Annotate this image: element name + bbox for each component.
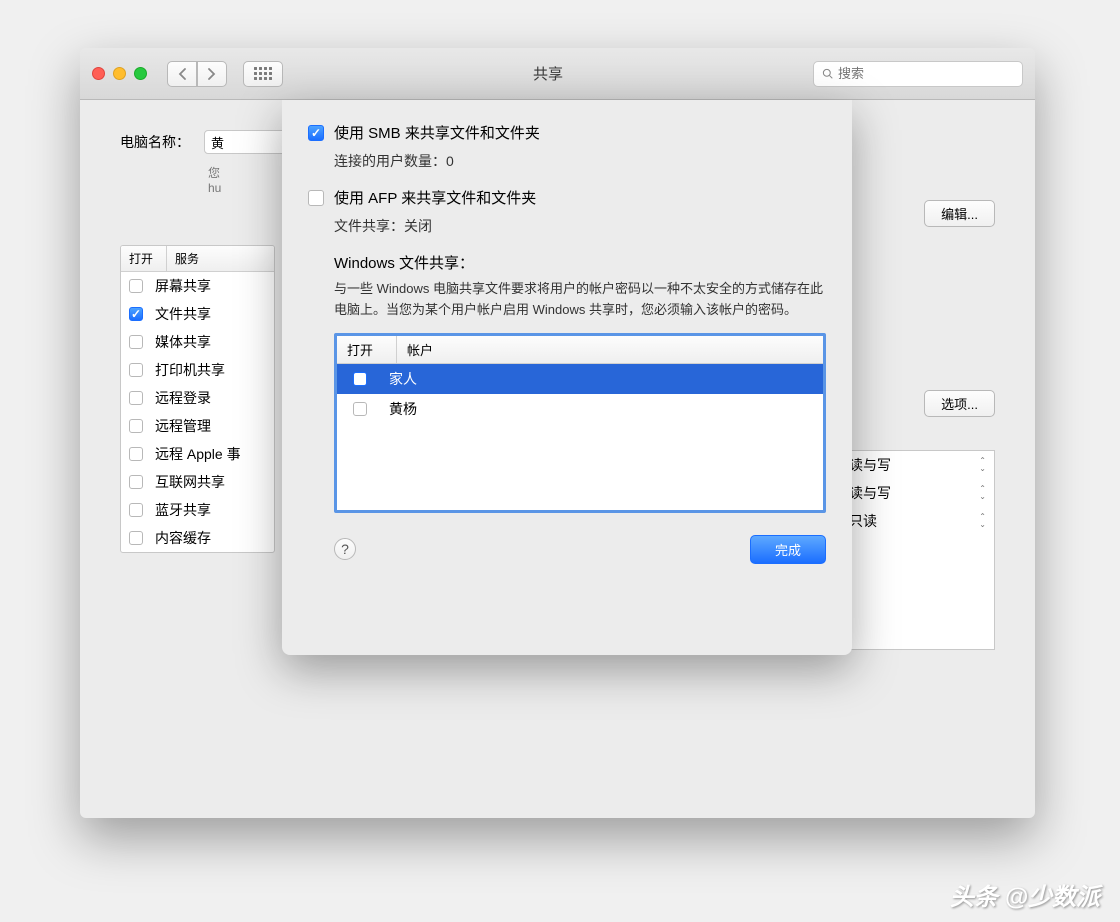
computer-name-label: 电脑名称： bbox=[120, 132, 190, 152]
service-row[interactable]: 互联网共享 bbox=[121, 468, 274, 496]
stepper-icon[interactable]: ⌃⌄ bbox=[979, 457, 986, 473]
service-row[interactable]: 文件共享 bbox=[121, 300, 274, 328]
services-header: 打开 服务 bbox=[121, 246, 274, 272]
services-list: 打开 服务 屏幕共享文件共享媒体共享打印机共享远程登录远程管理远程 Apple … bbox=[120, 245, 275, 553]
service-label: 屏幕共享 bbox=[155, 276, 211, 296]
afp-row: 使用 AFP 来共享文件和文件夹 bbox=[308, 187, 826, 208]
service-checkbox[interactable] bbox=[129, 447, 143, 461]
traffic-lights bbox=[92, 67, 147, 80]
service-label: 远程 Apple 事 bbox=[155, 444, 241, 464]
service-row[interactable]: 远程登录 bbox=[121, 384, 274, 412]
windows-sharing-title: Windows 文件共享： bbox=[334, 252, 826, 273]
account-name: 家人 bbox=[389, 369, 417, 389]
accounts-list: 打开 帐户 家人黄杨 bbox=[334, 333, 826, 513]
service-row[interactable]: 内容缓存 bbox=[121, 524, 274, 552]
edit-button[interactable]: 编辑... bbox=[924, 200, 995, 227]
permission-label: 只读 bbox=[849, 511, 877, 531]
services-header-open: 打开 bbox=[121, 246, 167, 271]
service-label: 互联网共享 bbox=[155, 472, 225, 492]
service-checkbox[interactable] bbox=[129, 335, 143, 349]
permission-label: 读与写 bbox=[849, 483, 891, 503]
service-row[interactable]: 远程 Apple 事 bbox=[121, 440, 274, 468]
accounts-header-open: 打开 bbox=[337, 336, 397, 363]
service-label: 文件共享 bbox=[155, 304, 211, 324]
service-row[interactable]: 媒体共享 bbox=[121, 328, 274, 356]
afp-label: 使用 AFP 来共享文件和文件夹 bbox=[334, 187, 536, 208]
help-button[interactable]: ? bbox=[334, 538, 356, 560]
done-button[interactable]: 完成 bbox=[750, 535, 826, 564]
forward-button[interactable] bbox=[197, 61, 227, 87]
service-label: 远程登录 bbox=[155, 388, 211, 408]
permission-row[interactable]: 读与写 ⌃⌄ bbox=[841, 451, 994, 479]
service-label: 蓝牙共享 bbox=[155, 500, 211, 520]
close-button[interactable] bbox=[92, 67, 105, 80]
service-row[interactable]: 屏幕共享 bbox=[121, 272, 274, 300]
zoom-button[interactable] bbox=[134, 67, 147, 80]
permission-row[interactable]: 只读 ⌃⌄ bbox=[841, 507, 994, 535]
account-name: 黄杨 bbox=[389, 399, 417, 419]
service-row[interactable]: 蓝牙共享 bbox=[121, 496, 274, 524]
show-all-button[interactable] bbox=[243, 61, 283, 87]
account-checkbox[interactable] bbox=[353, 372, 367, 386]
smb-row: 使用 SMB 来共享文件和文件夹 bbox=[308, 122, 826, 143]
windows-sharing-desc: 与一些 Windows 电脑共享文件要求将用户的帐户密码以一种不太安全的方式储存… bbox=[334, 279, 826, 321]
file-share-status: 文件共享：关闭 bbox=[334, 216, 826, 236]
service-row[interactable]: 打印机共享 bbox=[121, 356, 274, 384]
nav-buttons bbox=[167, 61, 227, 87]
service-label: 远程管理 bbox=[155, 416, 211, 436]
service-checkbox[interactable] bbox=[129, 363, 143, 377]
smb-checkbox[interactable] bbox=[308, 125, 324, 141]
search-input[interactable] bbox=[838, 66, 1014, 81]
options-sheet: 使用 SMB 来共享文件和文件夹 连接的用户数量：0 使用 AFP 来共享文件和… bbox=[282, 100, 852, 655]
accounts-header: 打开 帐户 bbox=[337, 336, 823, 364]
stepper-icon[interactable]: ⌃⌄ bbox=[979, 513, 986, 529]
window-title: 共享 bbox=[293, 63, 803, 84]
account-checkbox[interactable] bbox=[353, 402, 367, 416]
connected-users: 连接的用户数量：0 bbox=[334, 151, 826, 171]
search-icon bbox=[822, 67, 833, 80]
accounts-header-account: 帐户 bbox=[397, 336, 823, 363]
service-label: 内容缓存 bbox=[155, 528, 211, 548]
watermark: 头条 @少数派 bbox=[950, 877, 1100, 912]
service-checkbox[interactable] bbox=[129, 279, 143, 293]
service-checkbox[interactable] bbox=[129, 307, 143, 321]
sheet-footer: ? 完成 bbox=[334, 535, 826, 564]
stepper-icon[interactable]: ⌃⌄ bbox=[979, 485, 986, 501]
service-label: 媒体共享 bbox=[155, 332, 211, 352]
afp-checkbox[interactable] bbox=[308, 190, 324, 206]
service-row[interactable]: 远程管理 bbox=[121, 412, 274, 440]
service-checkbox[interactable] bbox=[129, 503, 143, 517]
search-field[interactable] bbox=[813, 61, 1023, 87]
services-header-service: 服务 bbox=[167, 246, 274, 271]
permission-label: 读与写 bbox=[849, 455, 891, 475]
permissions-list: 读与写 ⌃⌄ 读与写 ⌃⌄ 只读 ⌃⌄ bbox=[840, 450, 995, 650]
options-button[interactable]: 选项... bbox=[924, 390, 995, 417]
minimize-button[interactable] bbox=[113, 67, 126, 80]
service-checkbox[interactable] bbox=[129, 475, 143, 489]
permission-row[interactable]: 读与写 ⌃⌄ bbox=[841, 479, 994, 507]
smb-label: 使用 SMB 来共享文件和文件夹 bbox=[334, 122, 540, 143]
service-checkbox[interactable] bbox=[129, 419, 143, 433]
account-row[interactable]: 家人 bbox=[337, 364, 823, 394]
titlebar: 共享 bbox=[80, 48, 1035, 100]
back-button[interactable] bbox=[167, 61, 197, 87]
service-checkbox[interactable] bbox=[129, 391, 143, 405]
service-label: 打印机共享 bbox=[155, 360, 225, 380]
service-checkbox[interactable] bbox=[129, 531, 143, 545]
account-row[interactable]: 黄杨 bbox=[337, 394, 823, 424]
